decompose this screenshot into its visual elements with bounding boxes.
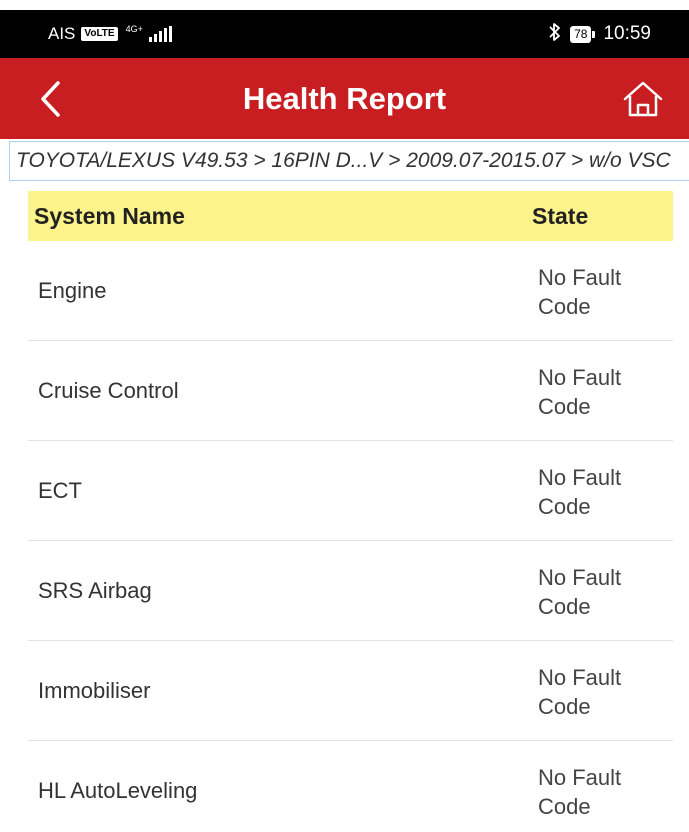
table-row[interactable]: Engine No Fault Code bbox=[28, 241, 673, 341]
system-name: HL AutoLeveling bbox=[38, 778, 198, 803]
table-row[interactable]: Cruise Control No Fault Code bbox=[28, 341, 673, 441]
system-state: No Fault Code bbox=[538, 665, 622, 719]
home-button[interactable] bbox=[619, 76, 667, 122]
system-state: No Fault Code bbox=[538, 565, 622, 619]
volte-badge: VoLTE bbox=[81, 27, 118, 41]
page-title: Health Report bbox=[242, 80, 447, 116]
status-bar: AIS VoLTE 4G+ 78 10:59 bbox=[0, 10, 689, 58]
breadcrumb[interactable]: TOYOTA/LEXUS V49.53 > 16PIN D...V > 2009… bbox=[9, 141, 689, 181]
system-state: No Fault Code bbox=[538, 465, 622, 519]
table-row[interactable]: HL AutoLeveling No Fault Code bbox=[28, 741, 673, 832]
column-header-system-name: System Name bbox=[34, 202, 185, 229]
system-name: Cruise Control bbox=[38, 377, 179, 403]
battery-icon: 78 bbox=[570, 25, 596, 43]
table-header: System Name State bbox=[28, 191, 673, 241]
table-row[interactable]: ECT No Fault Code bbox=[28, 441, 673, 541]
system-name: Immobiliser bbox=[38, 677, 151, 703]
system-state: No Fault Code bbox=[538, 365, 622, 419]
table-row[interactable]: Immobiliser No Fault Code bbox=[28, 641, 673, 741]
battery-level: 78 bbox=[570, 25, 592, 43]
system-list: Engine No Fault Code Cruise Control No F… bbox=[28, 241, 673, 832]
table-row[interactable]: SRS Airbag No Fault Code bbox=[28, 541, 673, 641]
chevron-left-icon bbox=[41, 81, 60, 117]
home-icon bbox=[623, 81, 663, 117]
status-left: AIS VoLTE 4G+ bbox=[48, 24, 172, 44]
system-state: No Fault Code bbox=[538, 265, 622, 319]
back-button[interactable] bbox=[30, 78, 70, 120]
network-type: 4G+ bbox=[125, 23, 143, 34]
app-bar: Health Report bbox=[0, 58, 689, 139]
signal-icon bbox=[148, 26, 172, 42]
carrier-label: AIS bbox=[48, 24, 76, 43]
bluetooth-icon bbox=[548, 22, 562, 47]
system-name: SRS Airbag bbox=[38, 577, 152, 603]
system-state: No Fault Code bbox=[538, 765, 622, 819]
column-header-state: State bbox=[532, 202, 589, 229]
system-name: ECT bbox=[38, 477, 82, 503]
clock: 10:59 bbox=[603, 23, 651, 44]
status-right: 78 10:59 bbox=[548, 22, 651, 47]
system-name: Engine bbox=[38, 277, 107, 303]
